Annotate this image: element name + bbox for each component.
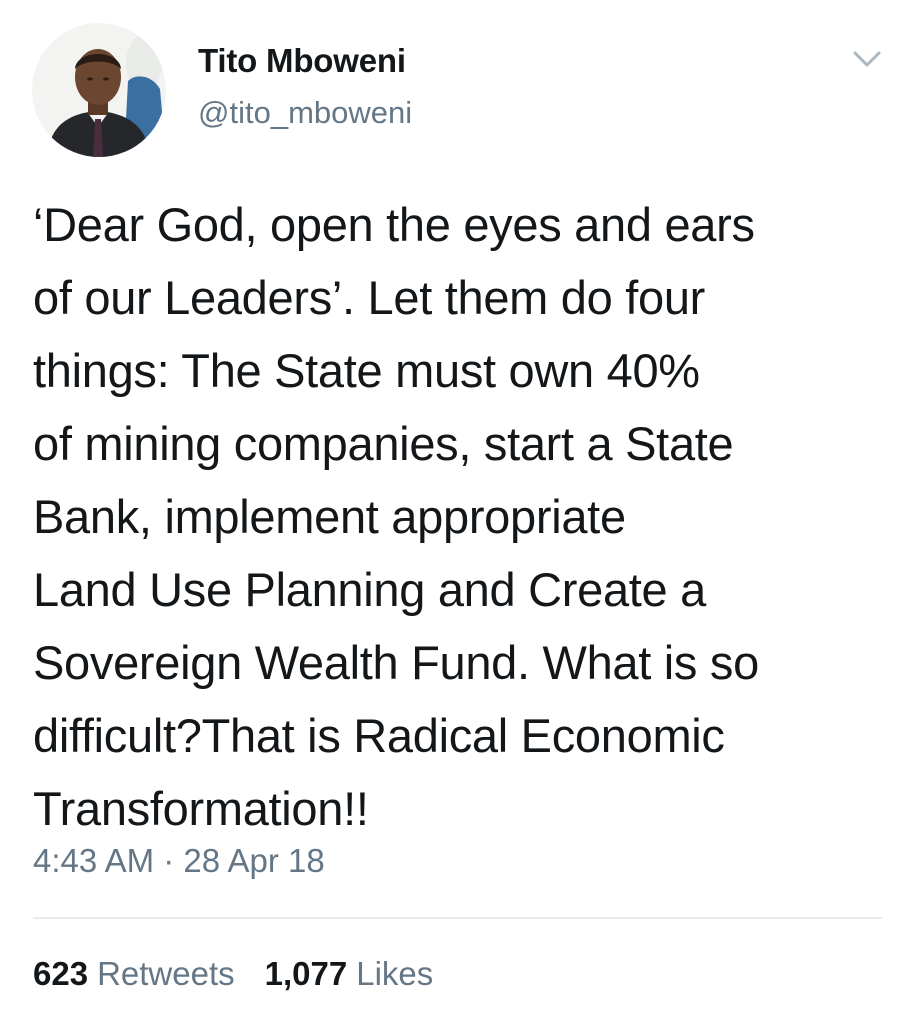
likes-stat[interactable]: 1,077 Likes xyxy=(265,955,434,993)
tweet-timestamp[interactable]: 4:43 AM · 28 Apr 18 xyxy=(33,842,325,880)
author-display-name[interactable]: Tito Mboweni xyxy=(198,42,406,80)
tweet-text: ‘Dear God, open the eyes and ears of our… xyxy=(33,198,759,835)
retweets-label: Retweets xyxy=(97,955,235,992)
author-handle[interactable]: @tito_mboweni xyxy=(198,95,412,131)
avatar-photo xyxy=(32,23,166,157)
tweet-stats: 623 Retweets 1,077 Likes xyxy=(33,955,433,993)
retweets-count: 623 xyxy=(33,955,89,992)
likes-label: Likes xyxy=(356,955,434,992)
divider xyxy=(33,917,882,919)
chevron-down-icon[interactable] xyxy=(852,48,882,70)
avatar[interactable] xyxy=(32,23,166,157)
likes-count: 1,077 xyxy=(264,955,348,992)
retweets-stat[interactable]: 623 Retweets xyxy=(33,955,235,993)
